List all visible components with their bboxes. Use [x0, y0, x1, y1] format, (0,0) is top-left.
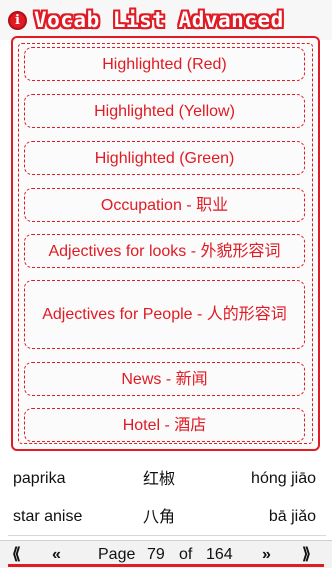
list-option-hotel[interactable]: Hotel - 酒店: [24, 408, 305, 442]
english-word: star anise: [13, 508, 83, 525]
list-option-adjectives-people[interactable]: Adjectives for People - 人的形容词: [24, 280, 305, 349]
list-option-adjectives-looks[interactable]: Adjectives for looks - 外貌形容词: [24, 234, 305, 268]
chinese-word: 八角: [143, 507, 176, 526]
chinese-word: 红椒: [143, 469, 176, 488]
app-header: i Vocab List Advanced: [0, 0, 332, 40]
pager-underline: [8, 564, 324, 567]
row-divider: [8, 535, 326, 536]
list-option-highlighted-red[interactable]: Highlighted (Red): [24, 47, 305, 81]
list-option-highlighted-green[interactable]: Highlighted (Green): [24, 141, 305, 175]
vocab-row[interactable]: paprika 红椒 hóng jiāo: [0, 460, 332, 497]
pinyin: hóng jiāo: [251, 470, 316, 487]
list-option-news[interactable]: News - 新闻: [24, 362, 305, 396]
app-title: Vocab List Advanced: [34, 8, 284, 32]
vocab-row[interactable]: star anise 八角 bā jiǎo: [0, 498, 332, 535]
list-option-occupation[interactable]: Occupation - 职业: [24, 188, 305, 222]
list-option-highlighted-yellow[interactable]: Highlighted (Yellow): [24, 94, 305, 128]
info-icon[interactable]: i: [8, 11, 27, 30]
pinyin: bā jiǎo: [268, 508, 316, 525]
english-word: paprika: [13, 470, 66, 487]
